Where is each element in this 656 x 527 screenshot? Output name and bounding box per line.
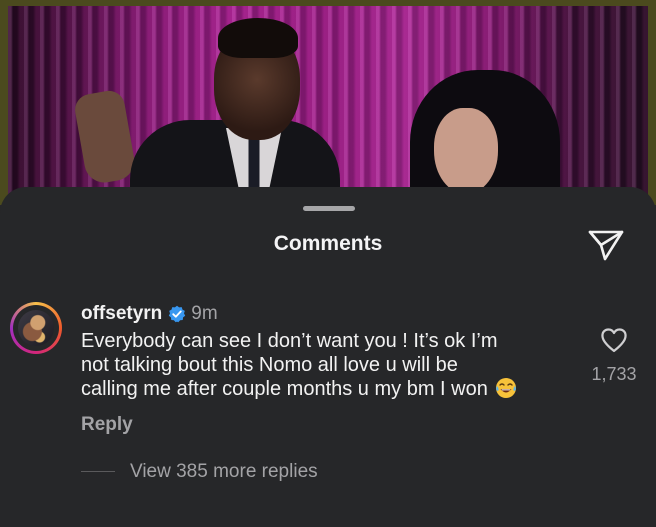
comment-text: Everybody can see I don’t want you ! It’… — [81, 329, 581, 401]
avatar-image — [18, 310, 54, 346]
comment-text-line-last: calling me after couple months u my bm I… — [81, 377, 581, 401]
comment-timestamp: 9m — [191, 303, 218, 324]
avatar[interactable] — [10, 302, 62, 354]
sheet-drag-handle[interactable] — [303, 206, 355, 211]
comment-text-line: Everybody can see I don’t want you ! It’… — [81, 330, 498, 352]
comment-item: offsetyrn 9m Everybody can see I don’t w… — [0, 293, 656, 523]
comment-text-line-content: calling me after couple months u my bm I… — [81, 378, 488, 400]
avatar-ring-gap — [13, 305, 59, 351]
reply-button[interactable]: Reply — [81, 414, 133, 436]
comment-username[interactable]: offsetyrn — [81, 303, 162, 325]
post-background-photo — [0, 0, 656, 205]
heart-outline-icon[interactable] — [600, 327, 628, 353]
sheet-title: Comments — [273, 232, 383, 255]
replies-divider-line — [81, 471, 115, 472]
verified-badge-icon — [169, 305, 186, 323]
tears-of-joy-emoji-icon — [496, 378, 517, 398]
comment-text-line: not talking bout this Nomo all love u wi… — [81, 354, 458, 376]
comments-sheet: Comments offsetyrn 9m Everybody can see … — [0, 187, 656, 527]
like-count: 1,733 — [591, 364, 637, 384]
photo-man-hair — [218, 18, 298, 58]
photo-woman-face — [434, 108, 498, 194]
view-more-replies-button[interactable]: View 385 more replies — [130, 461, 318, 483]
comment-header: offsetyrn 9m — [81, 302, 218, 326]
paper-plane-icon[interactable] — [587, 228, 625, 262]
